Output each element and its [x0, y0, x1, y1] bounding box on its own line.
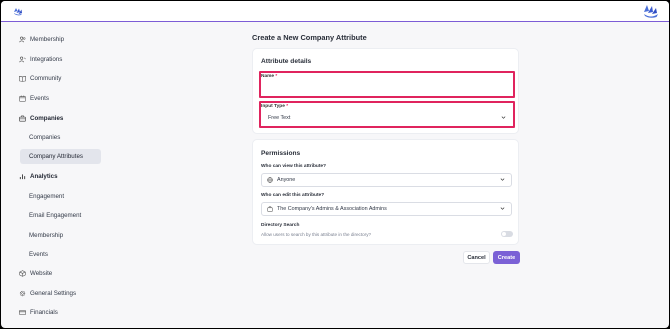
bar-chart-icon — [19, 173, 26, 179]
directory-search-label: Directory Search — [261, 223, 300, 228]
top-bar — [1, 1, 669, 22]
cancel-button[interactable]: Cancel — [463, 251, 490, 264]
sidebar-item-label: Companies — [29, 133, 61, 141]
sidebar-subitem-membership[interactable]: Membership — [29, 228, 63, 242]
name-label-text: Name — [261, 74, 275, 79]
briefcase-icon — [267, 206, 273, 212]
sidebar-item-events[interactable]: Events — [19, 91, 49, 105]
sidebar-subitem-events[interactable]: Events — [29, 247, 48, 261]
permissions-card: Permissions Who can view this attribute?… — [252, 139, 519, 245]
chevron-down-icon — [501, 115, 506, 119]
hands-logo-icon[interactable] — [13, 6, 23, 16]
sidebar-item-label: Community — [30, 74, 62, 82]
sidebar-item-label: Integrations — [30, 55, 63, 63]
sidebar-item-general-settings[interactable]: General Settings — [19, 286, 76, 300]
integrations-icon — [19, 56, 26, 62]
sidebar-item-label: Website — [30, 269, 53, 277]
sidebar-item-companies[interactable]: Companies — [19, 111, 63, 125]
edit-permission-select[interactable]: The Company's Admins & Association Admin… — [261, 202, 512, 216]
sidebar-item-label: Engagement — [29, 192, 65, 200]
name-input[interactable] — [262, 80, 512, 95]
briefcase-icon — [19, 115, 26, 122]
sidebar-item-financials[interactable]: Financials — [19, 305, 58, 319]
book-icon — [19, 75, 26, 82]
sidebar-item-label: Membership — [30, 35, 65, 43]
input-type-label-text: Input Type — [261, 104, 285, 109]
sidebar-item-website[interactable]: Website — [19, 266, 52, 280]
attribute-details-card: Attribute details Name * Input Type * Fr… — [252, 48, 519, 134]
directory-search-toggle[interactable] — [501, 231, 513, 237]
view-permission-value: Anyone — [277, 177, 296, 183]
view-permission-select[interactable]: Anyone — [261, 173, 512, 187]
required-marker: * — [275, 74, 278, 79]
card-title: Attribute details — [261, 58, 312, 65]
sidebar-item-analytics[interactable]: Analytics — [19, 169, 58, 183]
calendar-icon — [19, 95, 26, 102]
required-marker: * — [286, 104, 289, 109]
globe-icon — [267, 177, 273, 183]
hands-logo-icon[interactable] — [643, 3, 659, 19]
sidebar-item-label: Email Engagement — [29, 211, 82, 219]
view-permission-label: Who can view this attribute? — [261, 164, 327, 169]
directory-search-hint: Allow users to search by this attribute … — [261, 232, 372, 237]
sidebar-subitem-companies[interactable]: Companies — [29, 130, 60, 144]
sidebar-item-integrations[interactable]: Integrations — [19, 52, 62, 66]
page-title: Create a New Company Attribute — [252, 33, 367, 42]
sidebar-subitem-company-attributes[interactable]: Company Attributes — [20, 149, 101, 164]
input-type-select[interactable]: Free Text — [262, 110, 512, 125]
sidebar-subitem-email-engagement[interactable]: Email Engagement — [29, 208, 81, 222]
name-label: Name * — [261, 74, 277, 79]
sidebar-item-label: Events — [30, 94, 49, 102]
app-window: Membership Integrations Community Events… — [1, 1, 669, 328]
card-icon — [19, 309, 26, 315]
sidebar-item-membership[interactable]: Membership — [19, 32, 64, 46]
sidebar-item-label: Companies — [30, 114, 64, 122]
sidebar-item-label: Events — [29, 250, 48, 258]
cube-icon — [19, 269, 26, 277]
edit-permission-value: The Company's Admins & Association Admin… — [277, 206, 387, 212]
sidebar-item-label: Membership — [29, 231, 64, 239]
sidebar-item-label: Analytics — [30, 172, 58, 180]
sidebar-subitem-engagement[interactable]: Engagement — [29, 189, 64, 203]
edit-permission-label: Who can edit this attribute? — [261, 193, 325, 198]
input-type-value: Free Text — [268, 114, 291, 121]
chevron-down-icon — [500, 207, 505, 210]
gear-icon — [19, 290, 26, 296]
card-title: Permissions — [261, 150, 301, 157]
sidebar-item-label: Company Attributes — [29, 153, 83, 160]
sidebar: Membership Integrations Community Events… — [1, 23, 111, 328]
chevron-down-icon — [500, 178, 505, 181]
sidebar-item-label: Financials — [30, 308, 58, 316]
users-icon — [19, 36, 26, 42]
create-button[interactable]: Create — [493, 251, 520, 264]
input-type-label: Input Type * — [261, 104, 288, 109]
sidebar-item-community[interactable]: Community — [19, 71, 61, 85]
sidebar-item-label: General Settings — [30, 289, 77, 297]
